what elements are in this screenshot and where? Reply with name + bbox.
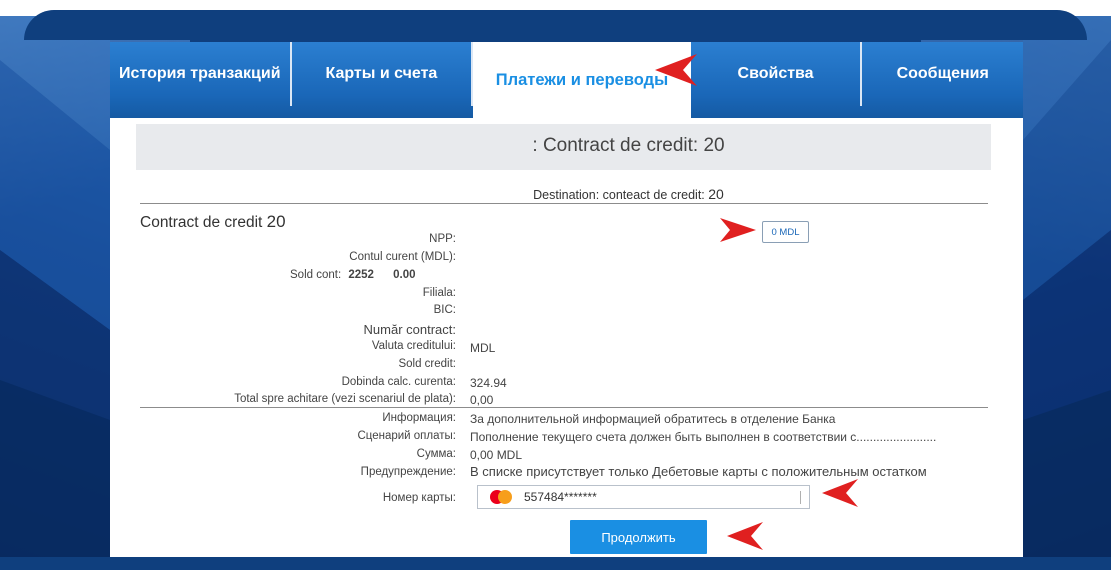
select-caret (800, 491, 801, 504)
annotation-arrow-tab (655, 54, 697, 86)
sold-cont-account: 2252 (348, 269, 374, 281)
destination-line: Destination: conteact de credit: 20 (136, 186, 991, 202)
card-number-select[interactable]: 557484******* (477, 485, 810, 509)
valuta-value: MDL (470, 341, 496, 355)
annotation-arrow-amount (720, 218, 756, 242)
filiala-label: Filiala: (422, 287, 456, 299)
sum-label: Сумма: (416, 448, 456, 460)
contract-title: Contract de credit 20 (140, 212, 286, 232)
payment-row-warning: Предупреждение: (140, 466, 456, 482)
warning-value: В списке присутствует только Дебетовые к… (470, 464, 927, 479)
tab-transaction-history[interactable]: История транзакций (110, 42, 290, 106)
card-label: Номер карты: (382, 492, 456, 504)
dobinda-value: 324.94 (470, 376, 507, 390)
divider (140, 407, 988, 408)
detail-row-npp: NPP: (140, 233, 456, 247)
detail-row-contul: Contul curent (MDL): (140, 251, 456, 265)
scenario-label: Сценарий оплаты: (357, 430, 456, 442)
detail-row-dobinda: Dobinda calc. curenta: (140, 376, 456, 390)
detail-row-filiala: Filiala: (140, 287, 456, 301)
numar-label: Număr contract: (363, 322, 456, 337)
destination-prefix: Destination: conteact de credit: (533, 188, 705, 202)
scenario-value: Пополнение текущего счета должен быть вы… (470, 430, 937, 444)
frame-top-inner (24, 10, 1087, 40)
payment-row-sum: Сумма: (140, 448, 456, 462)
sold-cont-label: Sold cont: (290, 269, 342, 281)
amount-button[interactable]: 0 MDL (762, 221, 809, 243)
detail-row-numar: Număr contract: (140, 322, 456, 338)
continue-button[interactable]: Продолжить (570, 520, 707, 554)
total-label: Total spre achitare (vezi scenariul de p… (234, 393, 456, 405)
bic-label: BIC: (433, 304, 456, 316)
tab-messages[interactable]: Сообщения (862, 42, 1023, 106)
annotation-arrow-card (822, 479, 858, 507)
total-value: 0,00 (470, 393, 494, 407)
mastercard-icon (490, 490, 514, 504)
bottom-strip (0, 557, 1111, 570)
contract-number: 20 (266, 212, 286, 231)
payment-row-card: Номер карты: (140, 492, 456, 506)
divider (140, 203, 988, 204)
page-title: : Contract de credit: 20 (532, 135, 725, 156)
tab-properties[interactable]: Свойства (691, 42, 861, 106)
info-label: Информация: (382, 412, 456, 424)
tab-cards-accounts[interactable]: Карты и счета (292, 42, 472, 106)
info-value: За дополнительной информацией обратитесь… (470, 412, 836, 426)
header-band: : Contract de credit: 20 (136, 124, 991, 170)
detail-row-sold-cont: Sold cont: 2252 0.00 (290, 269, 590, 283)
warning-label: Предупреждение: (360, 466, 456, 478)
annotation-arrow-continue (727, 522, 763, 550)
sold-cont-value: 0.00 (393, 269, 416, 281)
sold-credit-label: Sold credit: (398, 358, 456, 370)
dobinda-label: Dobinda calc. curenta: (341, 376, 456, 388)
detail-row-sold-credit: Sold credit: (140, 358, 456, 372)
destination-number: 20 (708, 186, 724, 202)
contul-label: Contul curent (MDL): (349, 251, 456, 263)
detail-row-total: Total spre achitare (vezi scenariul de p… (140, 393, 456, 407)
sum-value: 0,00 MDL (470, 448, 523, 462)
valuta-label: Valuta creditului: (371, 340, 456, 352)
tab-bar: История транзакций Карты и счета Платежи… (110, 42, 1023, 118)
contract-title-text: Contract de credit (140, 214, 263, 231)
payment-row-info: Информация: (140, 412, 456, 426)
detail-row-valuta: Valuta creditului: (140, 340, 456, 354)
detail-row-bic: BIC: (140, 304, 456, 318)
npp-label: NPP: (429, 233, 456, 245)
payment-row-scenario: Сценарий оплаты: (140, 430, 456, 444)
banking-app: История транзакций Карты и счета Платежи… (110, 42, 1023, 570)
card-number-value: 557484******* (524, 490, 597, 504)
